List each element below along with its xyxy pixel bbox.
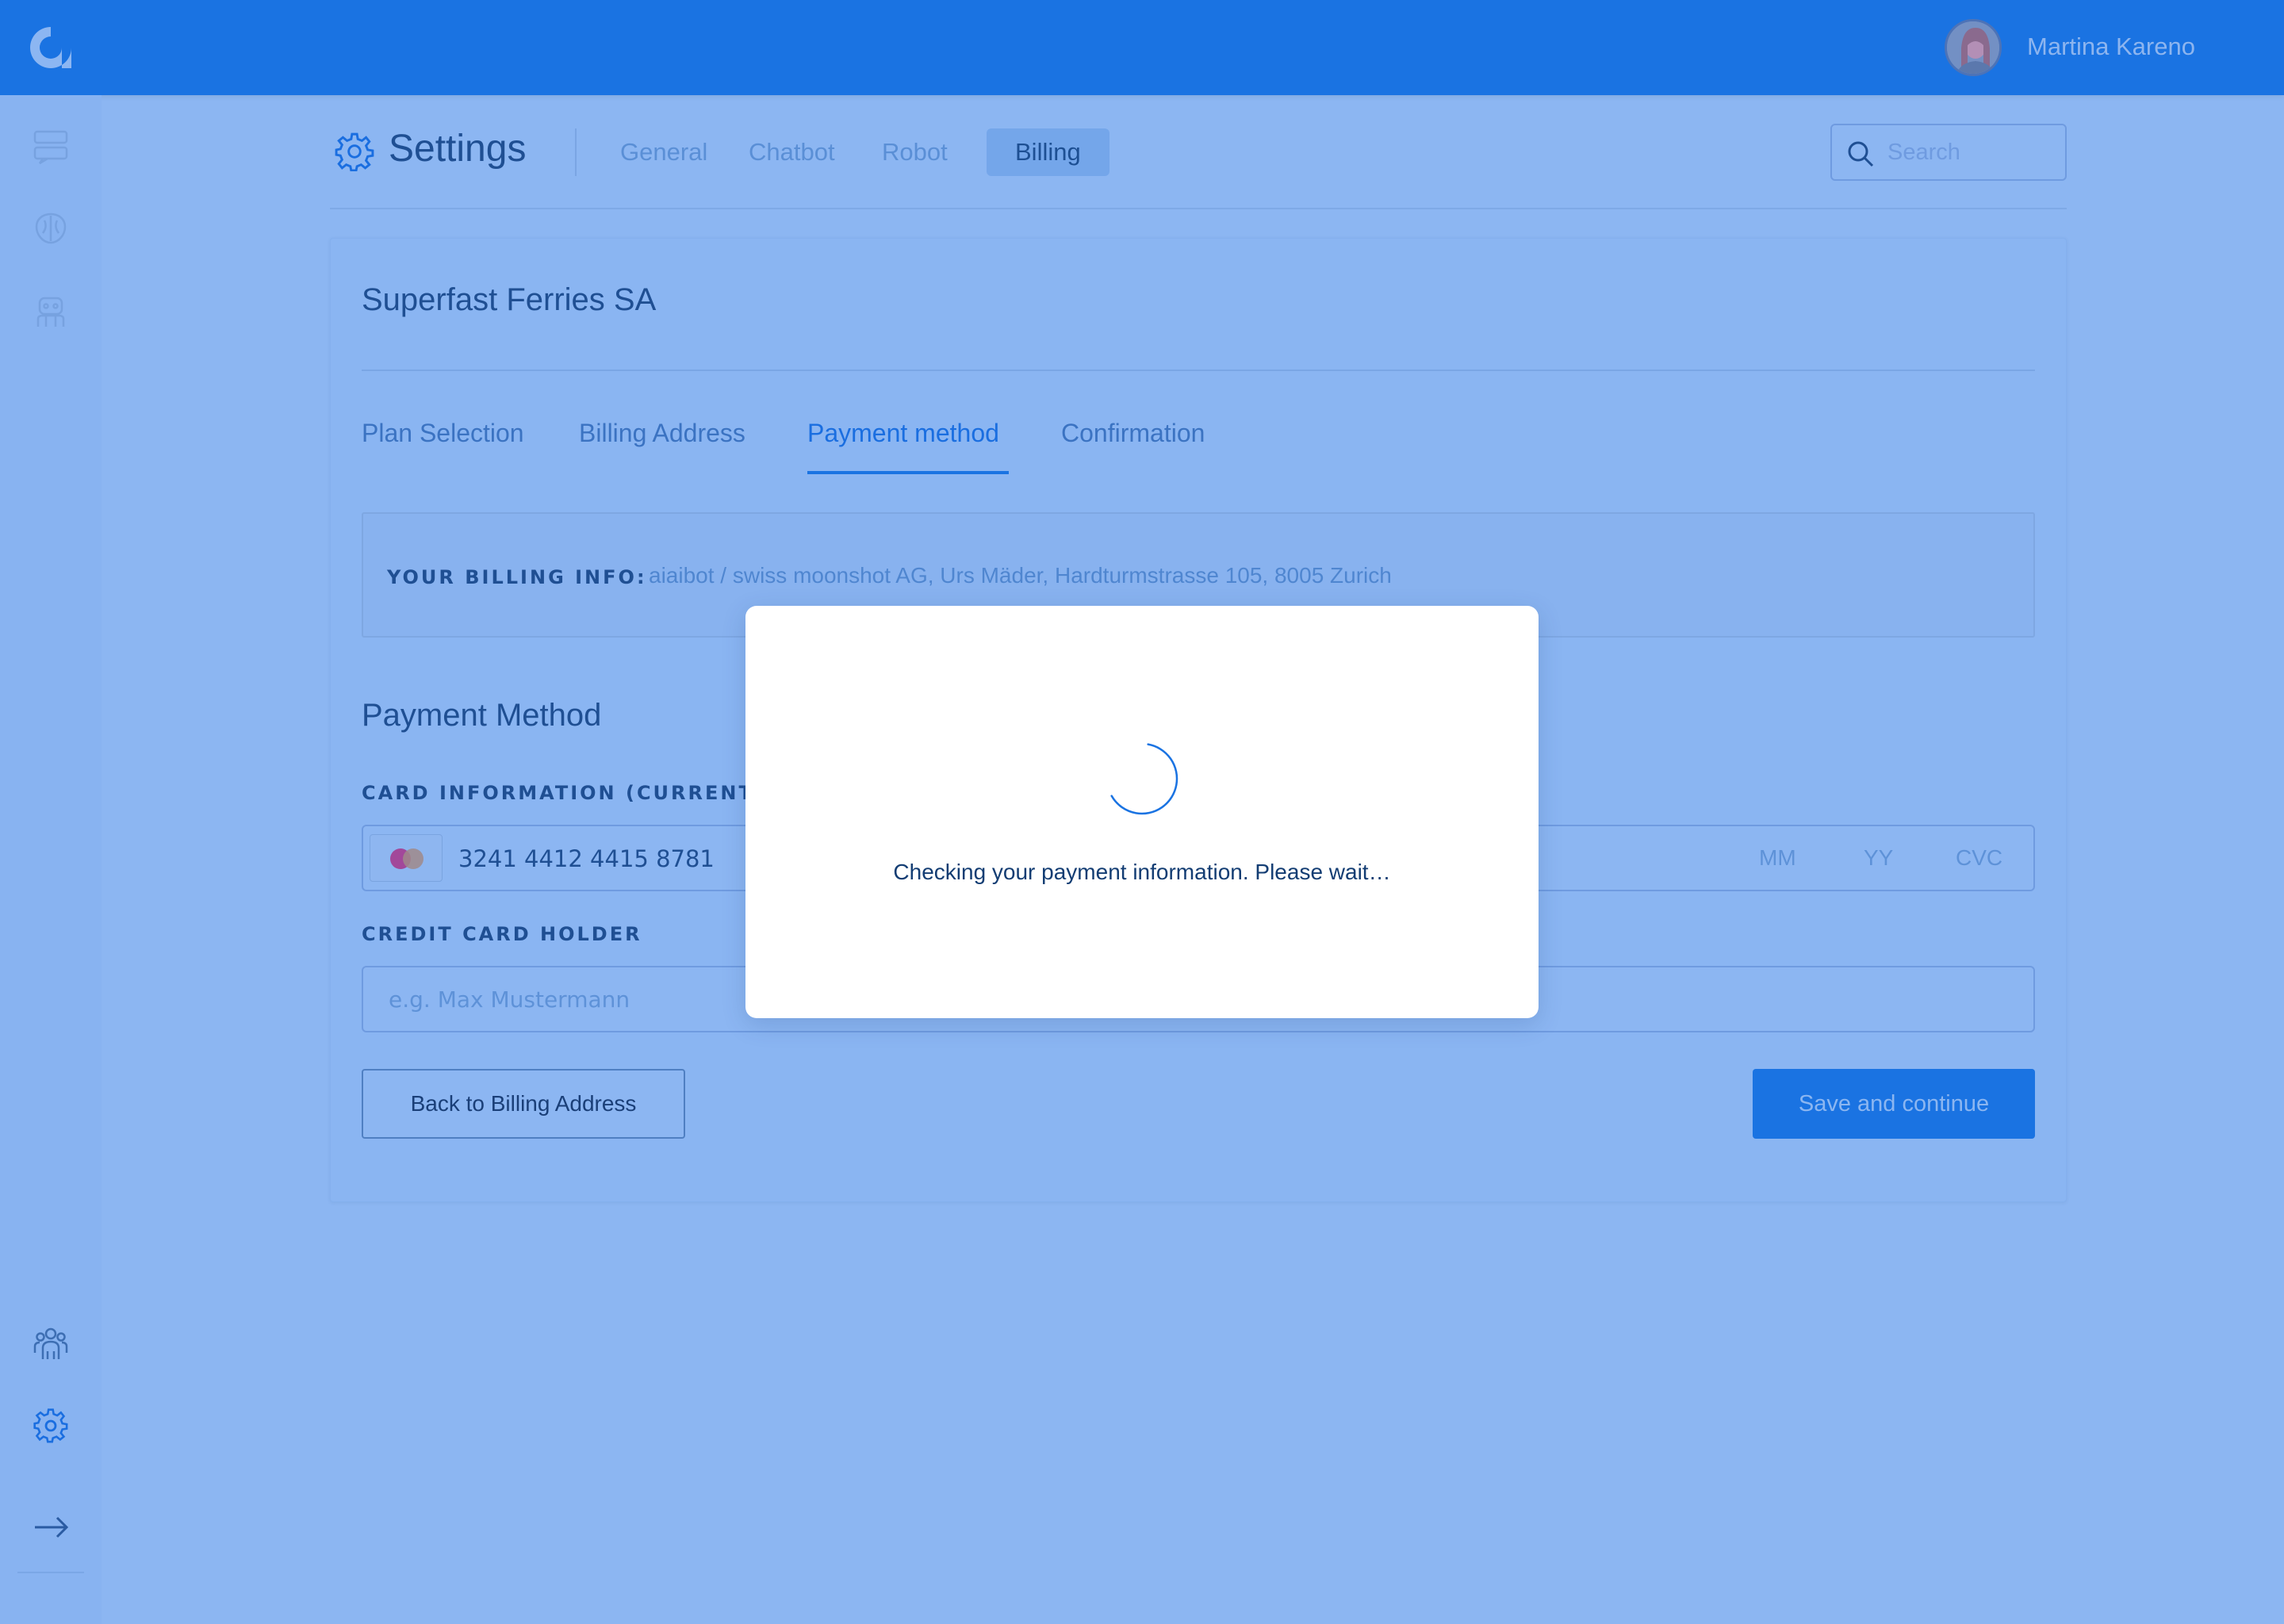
credit-card-holder-label: CREDIT CARD HOLDER xyxy=(362,923,642,945)
billing-info-value: aiaibot / swiss moonshot AG, Urs Mäder, … xyxy=(649,563,1392,588)
sidebar xyxy=(0,95,102,1624)
active-step-indicator xyxy=(807,471,1009,474)
search-input[interactable] xyxy=(1887,136,2054,168)
payment-method-title: Payment Method xyxy=(362,698,602,733)
step-plan-selection[interactable]: Plan Selection xyxy=(362,419,524,448)
avatar[interactable] xyxy=(1945,19,2002,76)
save-and-continue-button[interactable]: Save and continue xyxy=(1753,1069,2035,1139)
user-name[interactable]: Martina Kareno xyxy=(2027,33,2195,61)
card-cvc[interactable]: CVC xyxy=(1956,845,2002,871)
chat-flow-icon[interactable] xyxy=(32,127,70,165)
loading-message: Checking your payment information. Pleas… xyxy=(893,860,1391,884)
card-expiry-year[interactable]: YY xyxy=(1864,845,1893,871)
sidebar-divider xyxy=(17,1572,84,1573)
team-icon[interactable] xyxy=(32,1324,70,1362)
loading-modal: Checking your payment information. Pleas… xyxy=(745,606,1539,1018)
card-divider xyxy=(362,370,2035,371)
top-bar: Martina Kareno xyxy=(0,0,2284,95)
arrow-right-icon[interactable] xyxy=(32,1508,70,1546)
search-icon xyxy=(1848,141,1874,167)
billing-info-label: YOUR BILLING INFO: xyxy=(387,566,647,588)
step-payment-method[interactable]: Payment method xyxy=(807,419,999,448)
tab-chatbot[interactable]: Chatbot xyxy=(749,138,835,167)
card-number[interactable]: 3241 4412 4415 8781 xyxy=(458,845,715,872)
mastercard-icon xyxy=(370,834,443,882)
page-title: Settings xyxy=(389,128,527,170)
search-box xyxy=(1830,124,2067,181)
header-divider xyxy=(575,128,577,176)
settings-gear-icon xyxy=(335,132,374,171)
brain-icon[interactable] xyxy=(32,209,70,247)
tab-general[interactable]: General xyxy=(620,138,707,167)
header-rule xyxy=(330,208,2067,209)
user-portrait-icon xyxy=(1947,21,1999,74)
company-name: Superfast Ferries SA xyxy=(362,282,657,317)
step-confirmation[interactable]: Confirmation xyxy=(1061,419,1205,448)
robot-icon[interactable] xyxy=(32,292,70,330)
card-expiry-month[interactable]: MM xyxy=(1759,845,1796,871)
back-to-billing-address-button[interactable]: Back to Billing Address xyxy=(362,1069,685,1139)
loading-spinner-icon xyxy=(1110,743,1178,815)
gear-icon[interactable] xyxy=(32,1407,70,1445)
tab-billing[interactable]: Billing xyxy=(987,128,1109,176)
step-billing-address[interactable]: Billing Address xyxy=(579,419,745,448)
card-information-label: CARD INFORMATION (CURRENTLY C xyxy=(362,782,807,804)
aiaibot-logo-icon[interactable] xyxy=(27,24,75,71)
tab-robot[interactable]: Robot xyxy=(882,138,948,167)
